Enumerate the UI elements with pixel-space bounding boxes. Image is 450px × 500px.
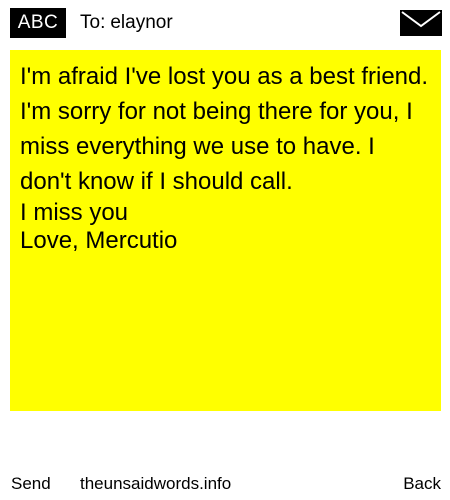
message-line-miss-you: I miss you [20, 199, 129, 226]
message-signature: Love, Mercutio [20, 227, 178, 254]
send-button[interactable]: Send [11, 470, 51, 498]
recipient-name: elaynor [110, 12, 173, 33]
recipient-line: To: elaynor [80, 8, 173, 38]
to-label: To: [80, 12, 106, 33]
text-mode-badge: ABC [10, 8, 66, 38]
message-body: I'm afraid I've lost you as a best frien… [20, 63, 429, 195]
envelope-icon[interactable] [400, 10, 442, 36]
footer-bar: Send theunsaidwords.info Back [0, 470, 450, 498]
message-header: ABC To: elaynor [0, 0, 450, 46]
back-button[interactable]: Back [403, 470, 441, 498]
site-link[interactable]: theunsaidwords.info [80, 470, 231, 498]
message-box: I'm afraid I've lost you as a best frien… [10, 50, 441, 411]
